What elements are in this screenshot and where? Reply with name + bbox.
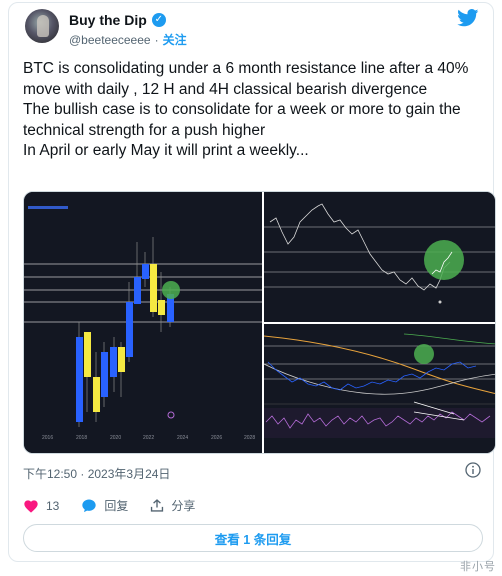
tweet-actions: 13 回复 分享 — [23, 497, 217, 514]
share-action[interactable]: 分享 — [150, 497, 195, 514]
follow-button[interactable]: 关注 — [163, 31, 187, 48]
year-tick-label: 2024 — [177, 435, 188, 441]
avatar[interactable] — [25, 9, 59, 43]
twitter-bird-icon[interactable] — [457, 9, 479, 27]
tweet-text: BTC is consolidating under a 6 month res… — [23, 59, 483, 162]
share-upload-icon[interactable] — [150, 498, 164, 513]
year-tick-label: 2026 — [211, 435, 222, 441]
heart-icon[interactable] — [23, 498, 39, 513]
tweet-line: BTC is consolidating under a 6 month res… — [23, 60, 469, 98]
reply-label: 回复 — [104, 499, 129, 513]
handle-separator: · — [154, 32, 159, 47]
year-tick-label: 2018 — [76, 435, 87, 441]
watermark-logo: 非小号 — [460, 561, 496, 573]
tweet-card: Buy the Dip ✓ @beeteeceeee · 关注 BTC is c… — [8, 2, 496, 562]
tweet-line: The bullish case is to consolidate for a… — [23, 101, 461, 139]
speech-bubble-icon[interactable] — [81, 498, 97, 513]
year-tick-label: 2028 — [244, 435, 255, 441]
year-tick-label: 2022 — [143, 435, 154, 441]
author-name-row: Buy the Dip ✓ — [69, 12, 166, 28]
rsi-divergence-chart-image[interactable] — [264, 324, 496, 454]
author-handle-row: @beeteeceeee · 关注 — [69, 31, 187, 48]
verified-badge-icon: ✓ — [151, 13, 166, 27]
reply-action[interactable]: 回复 — [81, 497, 128, 514]
tweet-line: In April or early May it will print a we… — [23, 142, 309, 159]
like-action[interactable]: 13 — [23, 498, 59, 513]
like-count: 13 — [46, 498, 60, 513]
daily-price-chart-image[interactable] — [264, 192, 496, 322]
author-handle[interactable]: @beeteeceeee — [69, 33, 151, 47]
view-replies-button[interactable]: 查看 1 条回复 — [23, 524, 483, 552]
author-name[interactable]: Buy the Dip — [69, 12, 147, 28]
tweet-media[interactable]: 2016 2018 2020 2022 2024 2026 2028 — [23, 191, 496, 454]
info-icon[interactable] — [465, 462, 481, 478]
tweet-timestamp[interactable]: 下午12:50 · 2023年3月24日 — [23, 465, 170, 482]
share-label: 分享 — [171, 499, 196, 513]
year-tick-label: 2016 — [42, 435, 53, 441]
year-tick-label: 2020 — [110, 435, 121, 441]
weekly-candle-chart-image[interactable]: 2016 2018 2020 2022 2024 2026 2028 — [24, 192, 262, 454]
